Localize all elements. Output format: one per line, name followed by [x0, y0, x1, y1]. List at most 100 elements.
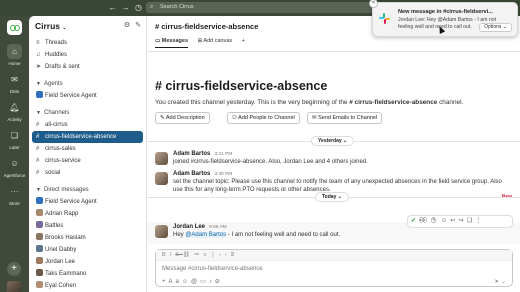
emoji-icon[interactable]: ☺ [182, 279, 191, 285]
author-name: Adam Bartos [173, 151, 211, 157]
send-button[interactable]: ➤ ⌄ [494, 278, 506, 285]
text-format-icon[interactable]: Aa [169, 279, 182, 285]
quote-icon[interactable]: ❘ [211, 252, 220, 258]
eyes-icon[interactable]: 👀︎ [419, 218, 430, 224]
message-text: Hey @Adam Bartos - I am not feeling well… [173, 232, 340, 238]
code-block-icon[interactable]: ⌸ [231, 252, 238, 258]
avatar[interactable] [155, 172, 168, 185]
sidebar-channel-fieldservice-absence[interactable]: # cirrus-fieldservice-absence [32, 131, 143, 143]
sidebar-dm[interactable]: Battles [29, 220, 146, 232]
link-icon[interactable]: ⛓ [183, 252, 194, 258]
sidebar-item-label: Uriel Dabby [45, 247, 77, 253]
sidebar-item-threads[interactable]: ≡ Threads [29, 37, 146, 49]
sidebar-channel-cirrus-service[interactable]: # cirrus-service [29, 155, 146, 167]
avatar[interactable] [155, 152, 168, 165]
user-avatar[interactable] [7, 281, 21, 292]
channels-section-header[interactable]: ▼ Channels [29, 107, 146, 119]
video-icon[interactable]: ▭ [200, 279, 209, 285]
notification-toast[interactable]: ✕ New message in #cirrus-fieldservi... J… [369, 0, 518, 37]
hash-icon: # [36, 158, 40, 164]
ordered-list-icon[interactable]: ≔ [194, 252, 204, 258]
intro-channel-name: # cirrus-fieldservice-absence [349, 99, 438, 106]
rail-later[interactable]: ❏ Later [0, 128, 29, 150]
headphones-icon: ♫ [36, 52, 41, 58]
sidebar-channel-social[interactable]: # social [29, 167, 146, 179]
intro-heading: # cirrus-fieldservice-absence [155, 79, 328, 93]
dms-section-header[interactable]: ▼ Direct messages [29, 184, 146, 196]
sidebar-channel-all-cirrus[interactable]: # all-cirrus [29, 119, 146, 131]
intro-text-c: channel. [437, 99, 464, 106]
emoji-icon[interactable]: ☺ [441, 218, 450, 224]
close-icon[interactable]: ✕ [369, 0, 378, 8]
strike-icon[interactable]: S [175, 252, 183, 258]
intro-text-a: You created this channel yesterday. This… [155, 99, 350, 106]
workspace-header: Cirrus ⌄ ⚙ ✎ [29, 16, 146, 37]
sidebar-dm[interactable]: Adrian Rapp [29, 208, 146, 220]
rail-home[interactable]: ⌂ Home [0, 44, 29, 66]
mention-icon[interactable]: @ [191, 279, 200, 285]
divider [147, 51, 520, 52]
search-input[interactable]: ⌕ Search Cirrus [146, 2, 378, 13]
message-time: 3:30 PM [214, 172, 233, 177]
slash-icon[interactable]: ⊘ [215, 279, 223, 285]
chevron-down-icon: ⌄ [343, 138, 348, 144]
avatar[interactable] [155, 225, 168, 238]
sidebar-channel-cirrus-sales[interactable]: # cirrus-sales [29, 143, 146, 155]
message-input[interactable]: Message #cirrus-fieldservice-absence [162, 266, 263, 272]
rail-dms[interactable]: ✉ DMs [0, 72, 29, 94]
home-icon: ⌂ [7, 44, 22, 59]
sidebar-dm[interactable]: Jordan Lee [29, 256, 146, 268]
sidebar-item-label: all-cirrus [45, 122, 68, 128]
history-icon[interactable]: ◷ [133, 2, 144, 13]
message-author[interactable]: Jordan Lee 9:06 AM [173, 224, 227, 230]
sidebar-dm[interactable]: Taks Eammano [29, 268, 146, 280]
tab-add-canvas[interactable]: ⊞ Add canvas [198, 38, 233, 47]
sidebar-dm[interactable]: Uriel Dabby [29, 244, 146, 256]
sidebar-item-drafts[interactable]: ➤ Drafts & sent [29, 61, 146, 73]
day-divider-today[interactable]: Today ⌄ [315, 192, 349, 202]
rail-agentforce[interactable]: ☺ Agentforce [0, 156, 29, 178]
back-arrow-icon[interactable]: ← [107, 2, 118, 13]
code-icon[interactable]: ‹› [219, 252, 231, 258]
tab-messages[interactable]: ▭ Messages [155, 38, 189, 48]
clap-icon[interactable]: ✋︎ [430, 218, 441, 224]
workspace-name[interactable]: Cirrus ⌄ [35, 21, 67, 31]
compose-icon[interactable]: ✎ [135, 22, 141, 29]
add-description-button[interactable]: ✎ Add Description [155, 112, 210, 124]
sidebar-item-label: Brooks Haslam [45, 235, 86, 241]
sidebar-dm[interactable]: Brooks Haslam [29, 232, 146, 244]
sidebar-item-label: Field Service Agent [45, 199, 97, 205]
add-people-button[interactable]: ⚇ Add People to Channel [227, 112, 300, 124]
send-emails-button[interactable]: ✉ Send Emails to Channel [307, 112, 383, 124]
sidebar-item-label: Drafts & sent [45, 64, 80, 70]
add-icon[interactable]: + [7, 262, 21, 276]
sidebar-dm[interactable]: Field Service Agent [29, 196, 146, 208]
sidebar-item-huddles[interactable]: ♫ Huddles [29, 49, 146, 61]
forward-icon[interactable]: ↪ [458, 218, 466, 224]
add-tab-icon[interactable]: + [242, 38, 245, 47]
gear-icon[interactable]: ⚙ [124, 22, 130, 29]
section-label: Direct messages [44, 187, 89, 193]
sidebar-item-agent[interactable]: Field Service Agent [29, 90, 146, 102]
agents-section-header[interactable]: ▼ Agents [29, 78, 146, 90]
message-author[interactable]: Adam Bartos 3:21 PM [173, 151, 232, 157]
section-label: Channels [44, 110, 70, 116]
workspace-logo-icon[interactable] [7, 20, 22, 35]
message-author[interactable]: Adam Bartos 3:30 PM [173, 171, 232, 177]
bookmark-icon[interactable]: ❏ [467, 218, 476, 224]
more-icon[interactable]: ⋮ [475, 218, 484, 224]
bold-icon[interactable]: B [162, 252, 170, 258]
user-mention[interactable]: @Adam Bartos [185, 232, 227, 238]
sidebar-item-label: Battles [45, 223, 64, 229]
rail-activity[interactable]: 🔔︎ Activity [0, 100, 29, 122]
checkmark-icon[interactable]: ✔ [411, 218, 419, 224]
message-composer[interactable]: BIS⛓≔≡❘‹›⌸ Message #cirrus-fieldservice-… [155, 249, 513, 287]
bullet-list-icon[interactable]: ≡ [203, 252, 210, 258]
day-divider-yesterday[interactable]: Yesterday ⌄ [311, 136, 355, 146]
channel-title[interactable]: # cirrus-fieldservice-absence [155, 22, 258, 31]
forward-arrow-icon[interactable]: → [120, 2, 131, 13]
toast-options-button[interactable]: Options ⌄ [479, 23, 512, 32]
search-icon: ⌕ [150, 4, 154, 10]
rail-more[interactable]: ··· More [0, 184, 29, 206]
sidebar-dm[interactable]: Eyal Cohen [29, 280, 146, 292]
